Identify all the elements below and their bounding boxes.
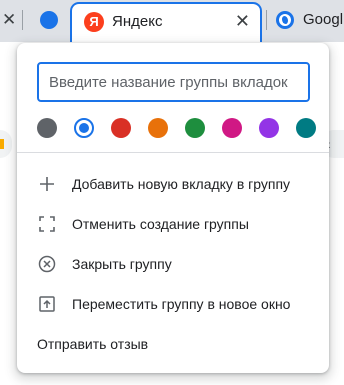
tab-group-editor-popup: Добавить новую вкладку в группу Отменить… [17, 43, 329, 373]
tab-group-chip[interactable] [40, 11, 58, 29]
tab-title[interactable]: Googl [303, 11, 343, 28]
color-picker [37, 116, 317, 140]
color-swatch-purple[interactable] [259, 118, 279, 138]
color-swatch-grey[interactable] [37, 118, 57, 138]
color-swatch-orange[interactable] [148, 118, 168, 138]
bookmark-marker [0, 139, 4, 149]
tab-yandex[interactable]: Я Яндекс ✕ [70, 2, 262, 42]
move-window-icon [39, 296, 55, 312]
group-name-input[interactable] [37, 62, 310, 102]
ungroup-icon [39, 216, 55, 232]
tab-separator [266, 10, 267, 30]
menu-item-label: Переместить группу в новое окно [72, 296, 291, 312]
plus-icon [40, 177, 54, 191]
tab-strip: ✕ Я Яндекс ✕ Googl [0, 0, 344, 42]
color-swatch-red[interactable] [111, 118, 131, 138]
menu-item-label: Добавить новую вкладку в группу [72, 176, 291, 192]
menu-item-label: Закрыть группу [72, 256, 172, 272]
menu-item-label: Отменить создание группы [72, 216, 249, 232]
add-tab-to-group-item[interactable]: Добавить новую вкладку в группу [17, 164, 329, 204]
tab-separator [22, 10, 23, 30]
color-swatch-green[interactable] [185, 118, 205, 138]
send-feedback-item[interactable]: Отправить отзыв [17, 324, 329, 364]
color-swatch-pink[interactable] [222, 118, 242, 138]
divider [17, 152, 329, 153]
close-circle-icon [38, 255, 56, 273]
ungroup-item[interactable]: Отменить создание группы [17, 204, 329, 244]
color-swatch-blue[interactable] [74, 118, 94, 138]
yandex-icon: Я [84, 12, 104, 32]
close-group-item[interactable]: Закрыть группу [17, 244, 329, 284]
close-icon[interactable]: ✕ [2, 9, 16, 31]
move-group-item[interactable]: Переместить группу в новое окно [17, 284, 329, 324]
globe-icon [276, 11, 294, 29]
tab-title: Яндекс [112, 13, 163, 30]
menu-item-label: Отправить отзыв [37, 336, 149, 352]
close-icon[interactable]: ✕ [235, 11, 250, 31]
color-swatch-cyan[interactable] [296, 118, 316, 138]
